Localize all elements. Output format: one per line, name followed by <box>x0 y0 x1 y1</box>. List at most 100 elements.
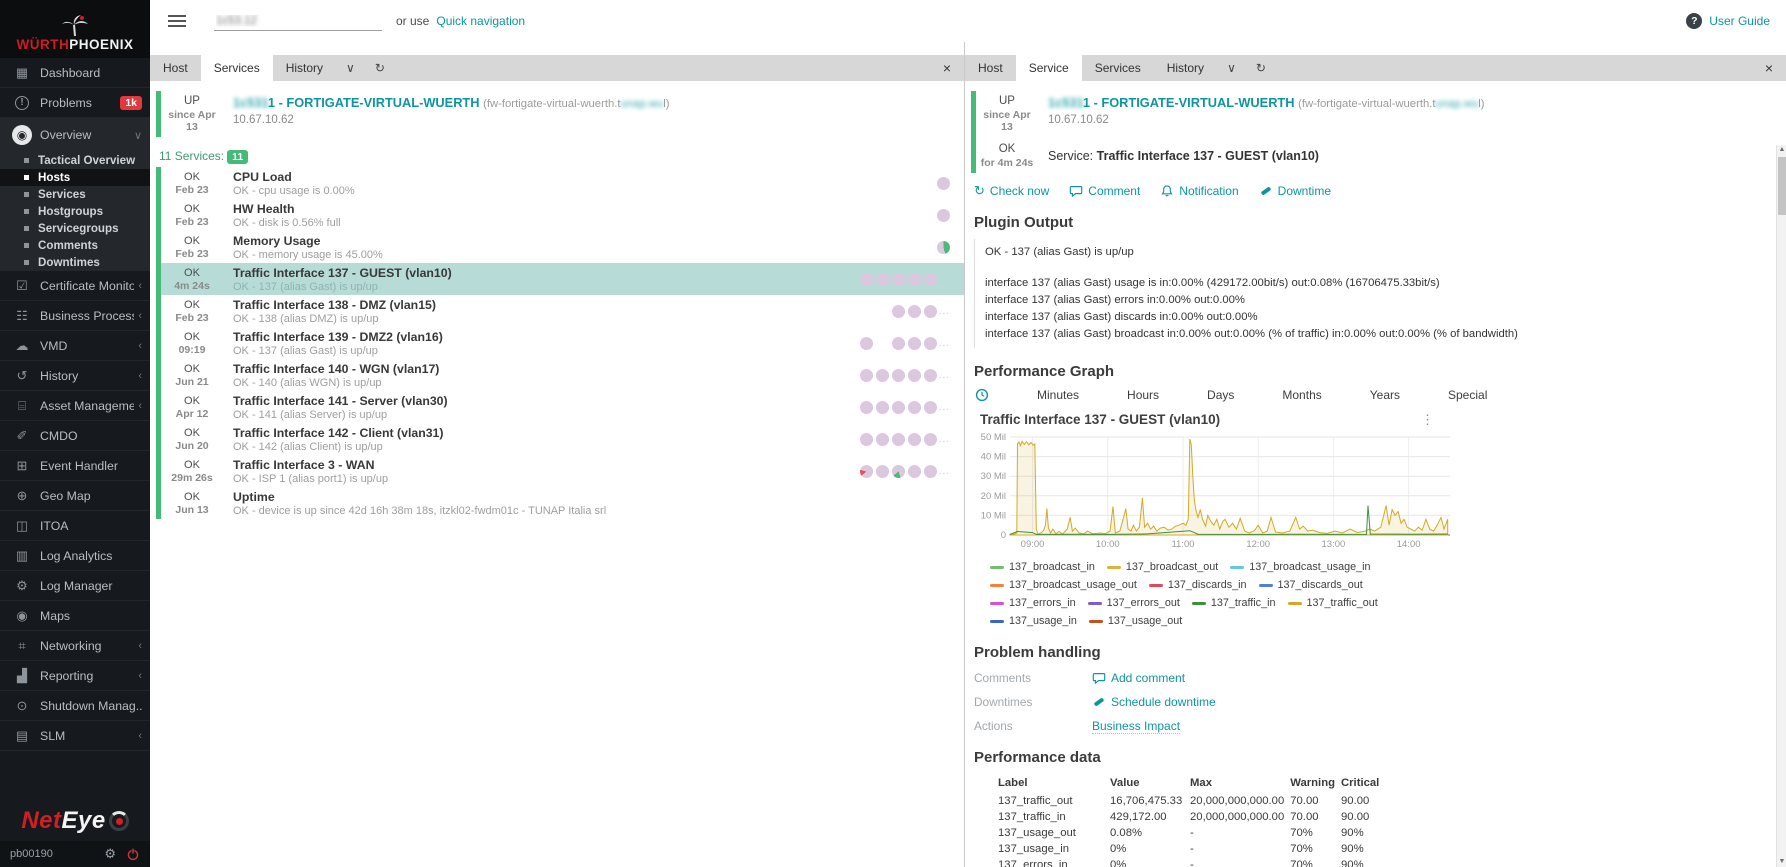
services-panel-tab-host[interactable]: Host <box>150 55 201 81</box>
menu-hamburger-icon[interactable] <box>168 12 186 30</box>
range-tab-hours[interactable]: Hours <box>1127 388 1159 402</box>
legend-item[interactable]: 137_broadcast_usage_in <box>1230 561 1371 573</box>
action-downtime[interactable]: Downtime <box>1259 184 1331 198</box>
sidebar-item-maps[interactable]: ◉ Maps <box>0 601 150 631</box>
svg-text:14:00: 14:00 <box>1397 539 1421 550</box>
service-row[interactable]: OK Feb 23 HW Health OK - disk is 0.56% full <box>156 199 964 231</box>
sidebar-item-tactical-overview[interactable]: Tactical Overview <box>0 152 150 169</box>
logout-power-icon[interactable] <box>126 847 140 861</box>
action-add-comment[interactable]: Add comment <box>1092 671 1185 685</box>
range-tab-months[interactable]: Months <box>1282 388 1321 402</box>
sidebar-item-cmdo[interactable]: ✐ CMDO <box>0 421 150 451</box>
service-row[interactable]: OK 29m 26s Traffic Interface 3 - WAN OK - I… <box>156 455 964 487</box>
sidebar-item-log-analytics[interactable]: ▥ Log Analytics <box>0 541 150 571</box>
service-row[interactable]: OK 09:19 Traffic Interface 139 - DMZ2 (vla… <box>156 327 964 359</box>
action-check-now[interactable]: ↻ Check now <box>974 183 1049 199</box>
service-row[interactable]: OK Feb 23 CPU Load OK - cpu usage is 0.00% <box>156 167 964 199</box>
legend-item[interactable]: 137_traffic_in <box>1191 597 1276 609</box>
kebab-menu-icon[interactable]: ⋮ <box>1421 412 1434 428</box>
perf-critical: 90% <box>1341 826 1364 839</box>
sidebar-item-vmd[interactable]: ☁ VMD ‹ <box>0 331 150 361</box>
sidebar-item-business-process[interactable]: ☷ Business Process... ‹ <box>0 301 150 331</box>
sidebar-item-networking[interactable]: ⌗ Networking ‹ <box>0 631 150 661</box>
legend-item[interactable]: 137_broadcast_out <box>1106 561 1218 573</box>
services-panel-tab-history[interactable]: History <box>273 55 336 81</box>
sidebar-item-services[interactable]: Services <box>0 186 150 203</box>
service-row[interactable]: OK Jun 20 Traffic Interface 142 - Client (… <box>156 423 964 455</box>
legend-item[interactable]: 137_errors_in <box>990 597 1076 609</box>
perf-dot-icon <box>875 272 889 286</box>
service-row[interactable]: OK Apr 12 Traffic Interface 141 - Server (… <box>156 391 964 423</box>
range-tab-special[interactable]: Special <box>1448 388 1487 402</box>
sidebar-item-comments[interactable]: Comments <box>0 237 150 254</box>
sidebar-item-overview[interactable]: ◉ Overview ∨ <box>0 118 150 152</box>
legend-item[interactable]: 137_broadcast_usage_out <box>990 579 1137 591</box>
detail-panel-tab-services[interactable]: Services <box>1082 55 1154 81</box>
service-state: OK Feb 23 <box>161 235 223 260</box>
service-row[interactable]: OK Feb 23 Traffic Interface 138 - DMZ (vla… <box>156 295 964 327</box>
tab-refresh-icon[interactable]: ↻ <box>1246 55 1276 81</box>
user-guide-link[interactable]: User Guide <box>1709 14 1770 28</box>
settings-gear-icon[interactable]: ⚙ <box>104 846 116 862</box>
wuerth-phoenix-logo[interactable]: WÜRTHPHOENIX <box>0 0 150 58</box>
service-row[interactable]: OK 4m 24s Traffic Interface 137 - GUEST (v… <box>156 263 964 295</box>
sidebar-item-downtimes[interactable]: Downtimes <box>0 254 150 271</box>
action-business-impact[interactable]: Business Impact <box>1092 719 1181 734</box>
sidebar-item-dashboard[interactable]: ▦ Dashboard <box>0 58 150 88</box>
service-row[interactable]: OK Feb 23 Memory Usage OK - memory usage is… <box>156 231 964 263</box>
action-notification[interactable]: Notification <box>1160 184 1239 198</box>
detail-panel-tab-history[interactable]: History <box>1154 55 1217 81</box>
scrollbar-vertical[interactable]: ▲ ▼ <box>1776 145 1786 867</box>
action-schedule-downtime[interactable]: Schedule downtime <box>1092 695 1216 709</box>
traffic-chart[interactable]: 09:00 10:00 11:00 12:00 13:00 14:00 0 10 Mil 20 … <box>974 432 1460 550</box>
sidebar-item-event-handler[interactable]: ⊞ Event Handler <box>0 451 150 481</box>
legend-item[interactable]: 137_discards_in <box>1148 579 1247 591</box>
sidebar-item-reporting[interactable]: ▟ Reporting ‹ <box>0 661 150 691</box>
sidebar-item-certificate-monitoring[interactable]: ☑ Certificate Monito...‹ <box>0 271 150 301</box>
sidebar-item-slm[interactable]: ▤ SLM ‹ <box>0 721 150 751</box>
sidebar-item-asset-management[interactable]: ⌸ Asset Management‹ <box>0 391 150 421</box>
help-question-icon[interactable]: ? <box>1686 13 1703 29</box>
detail-panel-tab-host[interactable]: Host <box>965 55 1016 81</box>
tab-dropdown-chevron-icon[interactable]: ∨ <box>336 55 365 81</box>
range-tab-years[interactable]: Years <box>1370 388 1400 402</box>
scroll-up-icon[interactable]: ▲ <box>1777 145 1786 155</box>
sidebar-item-hostgroups[interactable]: Hostgroups <box>0 203 150 220</box>
action-comment[interactable]: Comment <box>1069 184 1140 198</box>
host-name-link[interactable]: 1c5311 - FORTIGATE-VIRTUAL-WUERTH (fw-fo… <box>1048 95 1485 110</box>
tab-close-icon[interactable]: × <box>1752 55 1786 81</box>
sidebar-item-servicegroups[interactable]: Servicegroups <box>0 220 150 237</box>
tab-dropdown-chevron-icon[interactable]: ∨ <box>1217 55 1246 81</box>
host-name-link[interactable]: 1c5311 - FORTIGATE-VIRTUAL-WUERTH (fw-fo… <box>233 95 670 110</box>
perf-max: 20,000,000,000.00 <box>1190 810 1285 823</box>
search-input[interactable] <box>214 11 382 31</box>
legend-item[interactable]: 137_traffic_out <box>1287 597 1378 609</box>
sidebar-item-itoa[interactable]: ◫ ITOA <box>0 511 150 541</box>
legend-item[interactable]: 137_usage_out <box>1088 615 1182 627</box>
service-row[interactable]: OK Jun 21 Traffic Interface 140 - WGN (vla… <box>156 359 964 391</box>
sidebar-item-history[interactable]: ↺ History ‹ <box>0 361 150 391</box>
sidebar-item-geo-map[interactable]: ⊕ Geo Map <box>0 481 150 511</box>
sidebar-item-log-manager[interactable]: ⚙ Log Manager <box>0 571 150 601</box>
detail-panel-tab-service[interactable]: Service <box>1015 55 1082 81</box>
slm-icon: ▤ <box>15 727 29 743</box>
sidebar-item-shutdown-manager[interactable]: ⊙ Shutdown Manag... <box>0 691 150 721</box>
sidebar-item-problems[interactable]: ! Problems 1k <box>0 88 150 118</box>
service-row[interactable]: OK Jun 13 Uptime OK - device is up since 42… <box>156 487 964 519</box>
quick-navigation-link[interactable]: Quick navigation <box>436 14 525 28</box>
legend-item[interactable]: 137_usage_in <box>990 615 1077 627</box>
legend-item[interactable]: 137_errors_out <box>1087 597 1180 609</box>
services-summary: 11 Services: 11 <box>159 149 964 164</box>
services-count-label[interactable]: 11 Services: <box>159 149 224 163</box>
host-state: UP since Apr 13 <box>161 95 223 133</box>
scrollbar-thumb[interactable] <box>1778 157 1786 215</box>
range-tab-days[interactable]: Days <box>1207 388 1234 402</box>
sidebar-item-hosts[interactable]: Hosts <box>0 169 150 186</box>
services-panel-tab-services[interactable]: Services <box>200 55 273 81</box>
legend-item[interactable]: 137_broadcast_in <box>990 561 1095 573</box>
tab-close-icon[interactable]: × <box>930 55 964 81</box>
legend-item[interactable]: 137_discards_out <box>1258 579 1363 591</box>
scroll-down-icon[interactable]: ▼ <box>1777 857 1786 867</box>
tab-refresh-icon[interactable]: ↻ <box>365 55 395 81</box>
range-tab-minutes[interactable]: Minutes <box>1037 388 1079 402</box>
